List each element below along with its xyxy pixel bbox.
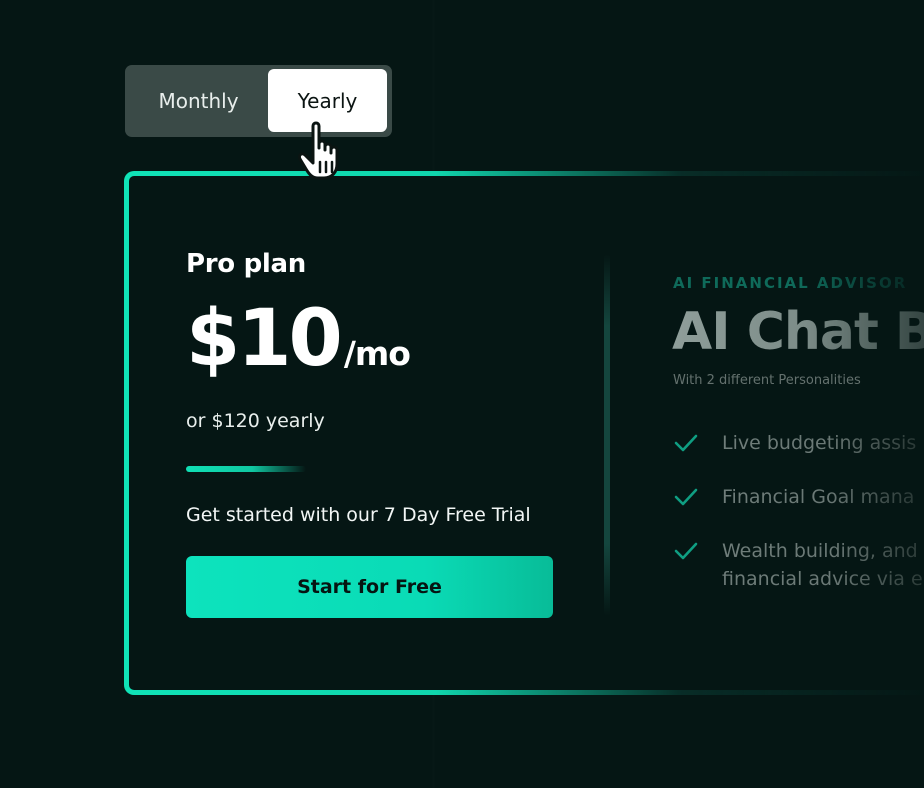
vertical-divider (604, 254, 610, 616)
toggle-option-monthly[interactable]: Monthly (129, 69, 268, 132)
feature-item: Wealth building, and financial advice vi… (673, 540, 923, 596)
feature-item: Live budgeting assis (673, 432, 916, 460)
check-icon (674, 542, 698, 560)
price-row: $10 /mo (186, 294, 411, 384)
feature-text-continued: financial advice via e (722, 562, 923, 596)
start-for-free-button[interactable]: Start for Free (186, 556, 553, 618)
trial-text: Get started with our 7 Day Free Trial (186, 504, 531, 526)
pricing-card: Pro plan $10 /mo or $120 yearly Get star… (124, 171, 924, 695)
pricing-section: Monthly Yearly Pro plan $10 /mo or $120 … (0, 0, 924, 788)
plan-name: Pro plan (186, 249, 306, 279)
feature-text: Live budgeting assis (722, 426, 916, 460)
hand-pointer-icon (298, 121, 339, 180)
yearly-price-note: or $120 yearly (186, 410, 325, 432)
check-icon (674, 434, 698, 452)
product-eyebrow: AI FINANCIAL ADVISOR (673, 274, 908, 292)
accent-divider (186, 466, 306, 472)
price-unit: /mo (343, 334, 411, 373)
feature-item: Financial Goal mana (673, 486, 914, 514)
feature-text: Financial Goal mana (722, 480, 914, 514)
product-title: AI Chat Bo (672, 302, 924, 362)
check-icon (674, 488, 698, 506)
price-amount: $10 (186, 294, 343, 384)
product-subtitle: With 2 different Personalities (673, 373, 861, 388)
product-details: AI FINANCIAL ADVISOR AI Chat Bo With 2 d… (667, 176, 924, 690)
